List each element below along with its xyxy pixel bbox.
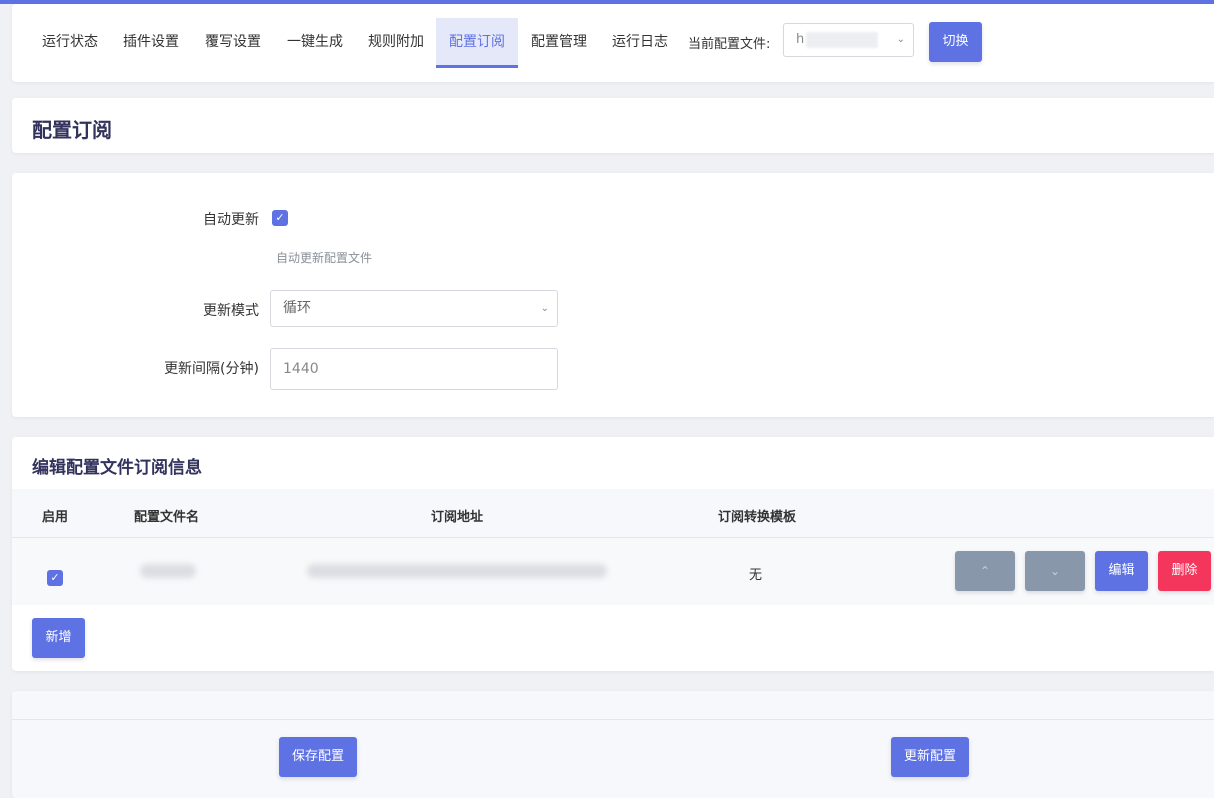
config-file-select[interactable]: h ⌄ bbox=[783, 23, 914, 57]
tab-status[interactable]: 运行状态 bbox=[30, 18, 110, 68]
chevron-down-icon: ⌄ bbox=[896, 34, 905, 45]
table-header: 启用 配置文件名 订阅地址 订阅转换模板 bbox=[12, 489, 1214, 538]
tab-config-subscription[interactable]: 配置订阅 bbox=[436, 18, 518, 68]
tab-rule-append[interactable]: 规则附加 bbox=[356, 18, 436, 68]
footer-actions: 保存配置 更新配置 bbox=[12, 691, 1214, 798]
update-mode-select[interactable]: 循环 ⌄ bbox=[270, 290, 558, 327]
page-title: 配置订阅 bbox=[32, 118, 112, 142]
config-file-value: h bbox=[796, 32, 805, 47]
edit-button[interactable]: 编辑 bbox=[1095, 551, 1148, 591]
table-row: ✓ 无 ⌃ ⌄ 编辑 删除 bbox=[12, 538, 1214, 605]
auto-update-checkbox[interactable]: ✓ bbox=[272, 210, 288, 226]
update-mode-value: 循环 bbox=[283, 300, 311, 316]
update-config-button[interactable]: 更新配置 bbox=[891, 737, 969, 777]
move-down-button[interactable]: ⌄ bbox=[1025, 551, 1085, 591]
add-subscription-button[interactable]: 新增 bbox=[32, 618, 85, 658]
chevron-up-icon: ⌃ bbox=[979, 564, 991, 578]
chevron-down-icon: ⌄ bbox=[1049, 564, 1061, 578]
chevron-down-icon: ⌄ bbox=[540, 303, 549, 314]
auto-update-hint: 自动更新配置文件 bbox=[276, 251, 373, 265]
update-interval-label: 更新间隔(分钟) bbox=[164, 361, 259, 377]
update-mode-label: 更新模式 bbox=[203, 303, 259, 319]
row-template: 无 bbox=[749, 568, 763, 583]
update-interval-input[interactable]: 1440 bbox=[270, 348, 558, 390]
subscription-section-title: 编辑配置文件订阅信息 bbox=[32, 458, 202, 478]
tab-one-click-generate[interactable]: 一键生成 bbox=[274, 18, 356, 68]
tab-override-settings[interactable]: 覆写设置 bbox=[192, 18, 274, 68]
row-enabled-checkbox[interactable]: ✓ bbox=[47, 570, 63, 586]
col-config-name: 配置文件名 bbox=[134, 510, 200, 525]
tab-run-log[interactable]: 运行日志 bbox=[600, 18, 680, 68]
switch-button[interactable]: 切换 bbox=[929, 22, 982, 62]
auto-update-label: 自动更新 bbox=[203, 212, 259, 228]
save-config-button[interactable]: 保存配置 bbox=[279, 737, 357, 777]
title-card: 配置订阅 bbox=[12, 98, 1214, 153]
col-convert-template: 订阅转换模板 bbox=[718, 510, 797, 525]
config-name-redacted bbox=[140, 564, 196, 578]
footer-divider bbox=[12, 719, 1214, 720]
settings-form: 自动更新 ✓ 自动更新配置文件 更新模式 循环 ⌄ 更新间隔(分钟) 1440 bbox=[12, 173, 1214, 417]
current-config-label: 当前配置文件: bbox=[688, 37, 771, 52]
col-subscription-url: 订阅地址 bbox=[431, 510, 484, 525]
subscription-url-redacted bbox=[307, 564, 607, 578]
delete-button[interactable]: 删除 bbox=[1158, 551, 1211, 591]
subscription-table-card: 编辑配置文件订阅信息 启用 配置文件名 订阅地址 订阅转换模板 ✓ 无 ⌃ ⌄ … bbox=[12, 437, 1214, 671]
nav-bar: 运行状态 插件设置 覆写设置 一键生成 规则附加 配置订阅 配置管理 运行日志 … bbox=[12, 4, 1214, 82]
config-file-redacted bbox=[806, 32, 878, 48]
col-enabled: 启用 bbox=[42, 510, 69, 525]
tab-plugin-settings[interactable]: 插件设置 bbox=[110, 18, 192, 68]
tab-config-management[interactable]: 配置管理 bbox=[518, 18, 600, 68]
move-up-button[interactable]: ⌃ bbox=[955, 551, 1015, 591]
